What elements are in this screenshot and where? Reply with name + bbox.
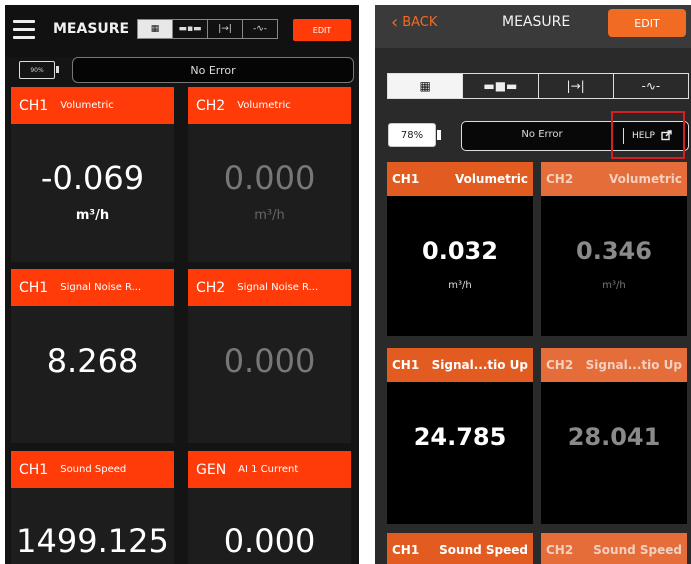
tile-header: CH2 Signal...tio Up xyxy=(541,348,687,382)
parameter-label: Signal Noise R... xyxy=(237,282,319,293)
battery-indicator: 90% xyxy=(19,61,59,79)
parameter-label: Volumetric xyxy=(237,100,291,111)
page-title: MEASURE xyxy=(502,14,571,30)
measure-value: 0.032 xyxy=(422,237,498,265)
measure-tile[interactable]: CH2 Signal Noise R... 0.000 xyxy=(188,269,351,443)
measure-tile[interactable]: CH2 Sound Speed xyxy=(541,533,687,564)
tile-header: CH1 Sound Speed xyxy=(11,451,174,488)
measure-value: 0.000 xyxy=(223,342,316,380)
battery-indicator: 78% xyxy=(388,123,441,147)
view-mode-selector: ▦ ▬■▬ |→| -∿- xyxy=(387,73,689,99)
channel-label: CH2 xyxy=(546,358,574,372)
tile-header: CH2 Volumetric xyxy=(541,162,687,196)
parameter-label: Sound Speed xyxy=(60,464,127,475)
left-screenshot: MEASURE ▦ ▬▪▬ |→| -∿- EDIT 90% No Error … xyxy=(5,5,359,564)
channel-label: CH2 xyxy=(546,172,574,186)
top-bar: ‹ BACK MEASURE EDIT xyxy=(375,5,691,48)
edit-button[interactable]: EDIT xyxy=(608,9,686,37)
measure-tile[interactable]: CH1 Sound Speed xyxy=(387,533,533,564)
measure-tile[interactable]: GEN AI 1 Current 0.000 xyxy=(188,451,351,564)
transit-view-tab[interactable]: |→| xyxy=(539,74,614,98)
back-button[interactable]: ‹ BACK xyxy=(391,12,438,33)
grid-view-tab[interactable]: ▦ xyxy=(137,19,173,39)
tile-header: GEN AI 1 Current xyxy=(188,451,351,488)
highlight-box xyxy=(611,111,685,159)
top-bar: MEASURE ▦ ▬▪▬ |→| -∿- EDIT xyxy=(5,5,359,57)
tile-header: CH2 Signal Noise R... xyxy=(188,269,351,306)
single-view-tab[interactable]: ▬▪▬ xyxy=(172,19,208,39)
measure-unit: m³/h xyxy=(602,280,626,291)
channel-label: CH1 xyxy=(19,461,49,478)
measure-tile[interactable]: CH1 Signal Noise R... 8.268 xyxy=(11,269,174,443)
status-bar: No Error xyxy=(72,57,354,83)
tile-header: CH1 Signal...tio Up xyxy=(387,348,533,382)
measure-value: 0.346 xyxy=(576,237,652,265)
parameter-label: Volumetric xyxy=(608,172,682,186)
channel-label: CH1 xyxy=(392,358,420,372)
channel-label: CH2 xyxy=(196,279,226,296)
measure-tile[interactable]: CH1 Sound Speed 1499.125 xyxy=(11,451,174,564)
measure-value: 8.268 xyxy=(46,342,139,380)
parameter-label: Sound Speed xyxy=(439,543,528,557)
parameter-label: Volumetric xyxy=(60,100,114,111)
status-text: No Error xyxy=(521,129,563,140)
tile-header: CH2 Volumetric xyxy=(188,87,351,124)
channel-label: CH1 xyxy=(19,97,49,114)
channel-label: CH2 xyxy=(196,97,226,114)
grid-view-tab[interactable]: ▦ xyxy=(388,74,464,98)
tile-header: CH2 Sound Speed xyxy=(541,533,687,564)
channel-label: CH1 xyxy=(19,279,49,296)
parameter-label: Signal...tio Up xyxy=(431,358,528,372)
tile-header: CH1 Signal Noise R... xyxy=(11,269,174,306)
tile-header: CH1 Sound Speed xyxy=(387,533,533,564)
page-title: MEASURE xyxy=(53,21,130,37)
channel-label: CH1 xyxy=(392,172,420,186)
edit-button[interactable]: EDIT xyxy=(293,19,351,41)
view-mode-selector: ▦ ▬▪▬ |→| -∿- xyxy=(137,19,278,39)
channel-label: GEN xyxy=(196,461,227,478)
back-label: BACK xyxy=(402,15,438,30)
chevron-left-icon: ‹ xyxy=(391,12,399,33)
parameter-label: Signal Noise R... xyxy=(60,282,142,293)
single-view-tab[interactable]: ▬■▬ xyxy=(463,74,539,98)
transit-view-tab[interactable]: |→| xyxy=(207,19,243,39)
tile-header: CH1 Volumetric xyxy=(387,162,533,196)
measure-tile[interactable]: CH1 Volumetric -0.069 m³/h xyxy=(11,87,174,262)
measure-unit: m³/h xyxy=(448,280,472,291)
measure-value: 24.785 xyxy=(413,423,507,451)
measure-value: 1499.125 xyxy=(16,522,169,560)
parameter-label: Sound Speed xyxy=(593,543,682,557)
hamburger-menu-icon[interactable] xyxy=(13,20,35,39)
parameter-label: AI 1 Current xyxy=(238,464,299,475)
signal-view-tab[interactable]: -∿- xyxy=(614,74,688,98)
channel-label: CH2 xyxy=(546,543,574,557)
measure-value: -0.069 xyxy=(40,159,145,197)
right-screenshot: ‹ BACK MEASURE EDIT ▦ ▬■▬ |→| -∿- 78% No… xyxy=(375,5,691,564)
measure-value: 0.000 xyxy=(223,159,316,197)
measure-value: 0.000 xyxy=(223,522,316,560)
parameter-label: Signal...tio Up xyxy=(585,358,682,372)
channel-label: CH1 xyxy=(392,543,420,557)
tile-header: CH1 Volumetric xyxy=(11,87,174,124)
signal-view-tab[interactable]: -∿- xyxy=(242,19,278,39)
measure-tile[interactable]: CH2 Volumetric 0.000 m³/h xyxy=(188,87,351,262)
measure-tile[interactable]: CH1 Volumetric 0.032 m³/h xyxy=(387,162,533,336)
measure-tile[interactable]: CH2 Signal...tio Up 28.041 xyxy=(541,348,687,524)
measure-unit: m³/h xyxy=(75,208,110,223)
parameter-label: Volumetric xyxy=(454,172,528,186)
measure-tile[interactable]: CH1 Signal...tio Up 24.785 xyxy=(387,348,533,524)
measure-value: 28.041 xyxy=(567,423,661,451)
measure-unit: m³/h xyxy=(254,208,285,223)
measure-tile[interactable]: CH2 Volumetric 0.346 m³/h xyxy=(541,162,687,336)
